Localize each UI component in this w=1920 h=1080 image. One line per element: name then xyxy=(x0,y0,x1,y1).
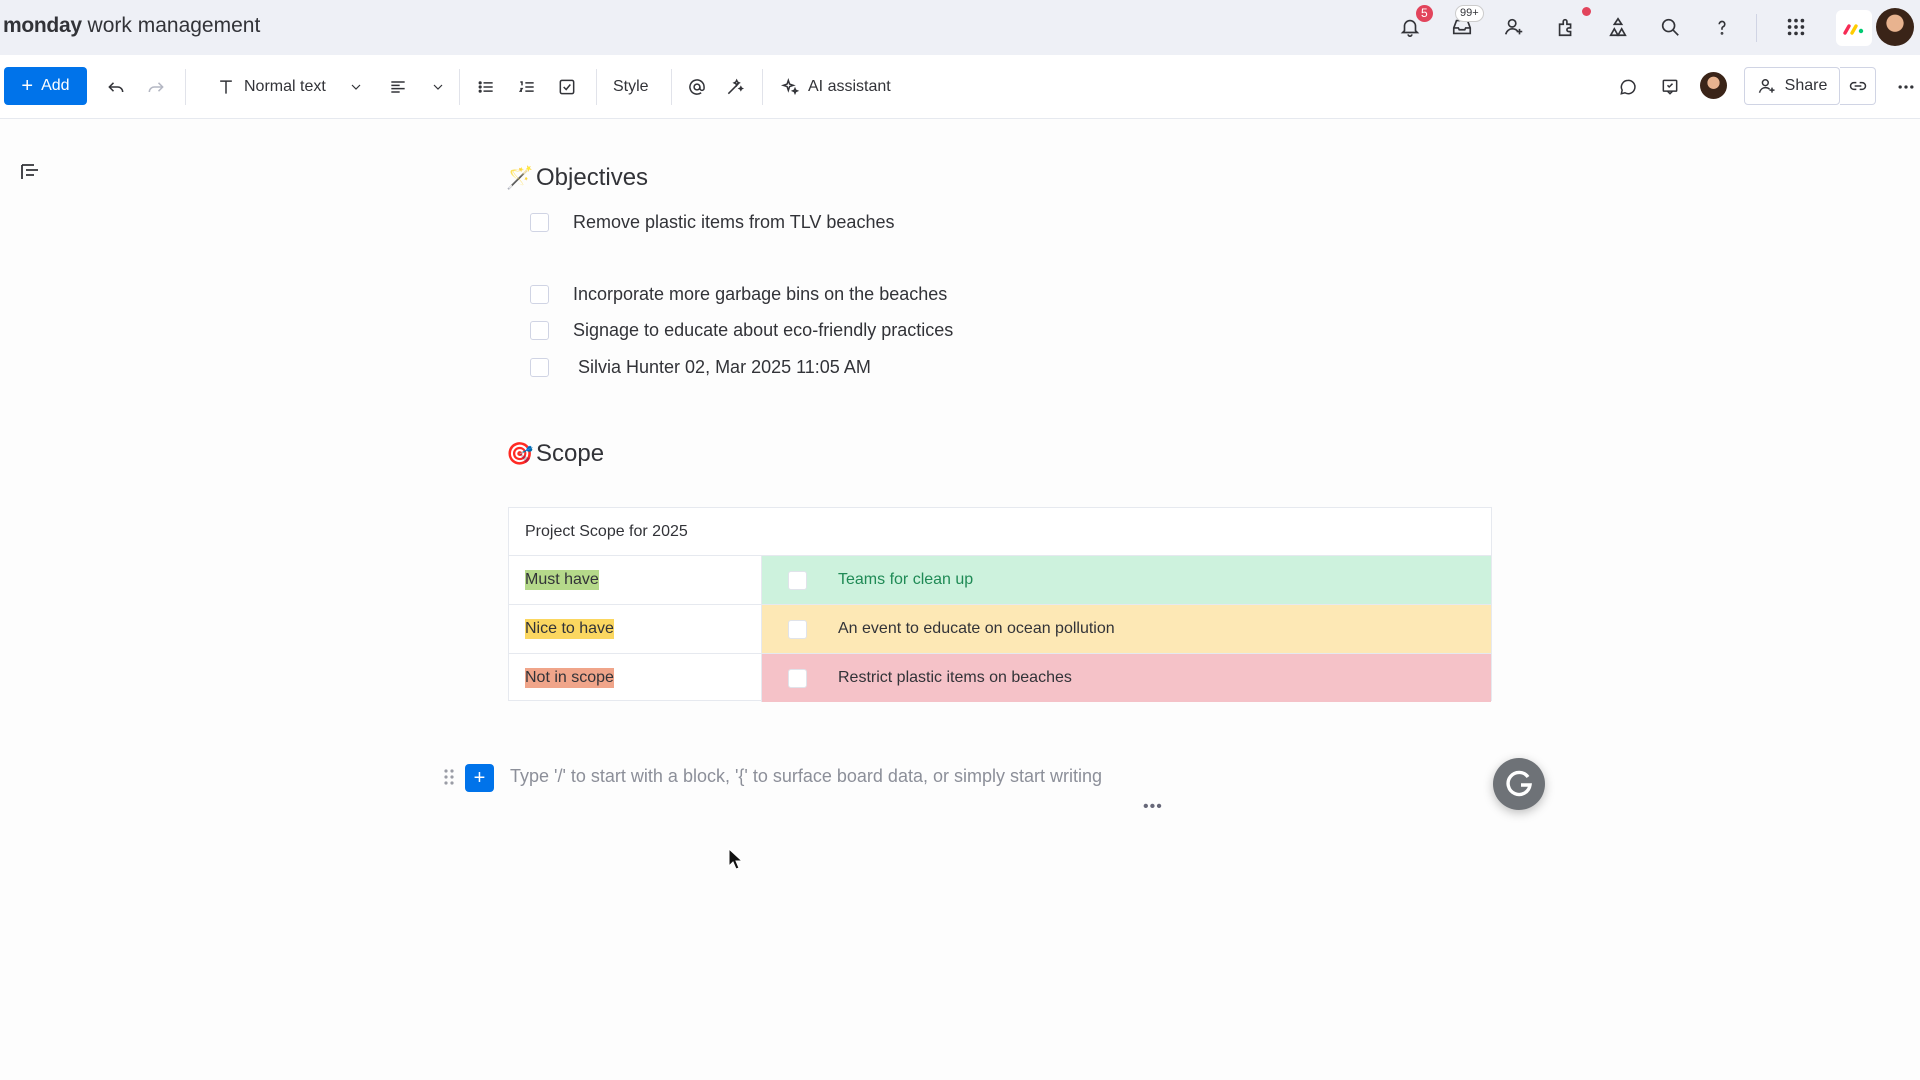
redo-icon[interactable] xyxy=(146,74,166,100)
invite-members-icon[interactable] xyxy=(1500,13,1528,41)
add-button-label: Add xyxy=(41,77,70,94)
brand-name: monday xyxy=(3,14,82,37)
grammarly-icon[interactable] xyxy=(1493,758,1545,810)
help-icon[interactable] xyxy=(1708,13,1736,41)
text-style-dropdown[interactable]: Normal text xyxy=(216,74,364,100)
priority-tag: Nice to have xyxy=(525,619,614,639)
apps-icon[interactable] xyxy=(1552,13,1580,41)
scope-title: Scope xyxy=(536,440,605,467)
app-switcher-icon[interactable] xyxy=(1782,13,1810,41)
checklist-item-text: Remove plastic items from TLV beaches xyxy=(573,211,895,232)
comment-icon[interactable] xyxy=(1618,74,1638,100)
add-block-button[interactable]: + xyxy=(465,764,494,792)
monday-logo-icon[interactable] xyxy=(1836,10,1872,46)
scope-item-text: Teams for clean up xyxy=(838,571,974,588)
checklist-item-text: Signage to educate about eco-friendly pr… xyxy=(573,319,954,340)
scope-table: Project Scope for 2025 Must have Teams f… xyxy=(508,507,1492,703)
checklist-item[interactable]: Silvia Hunter 02, Mar 2025 11:05 AM xyxy=(530,354,871,380)
brand-logo[interactable]: monday work management xyxy=(3,14,260,38)
inbox-badge: 99+ xyxy=(1455,5,1484,22)
objectives-emoji: 🪄 xyxy=(506,165,534,190)
more-icon[interactable] xyxy=(1896,74,1916,100)
ai-assistant-label: AI assistant xyxy=(808,78,891,95)
checklist-icon[interactable] xyxy=(557,74,577,100)
checkbox[interactable] xyxy=(788,571,807,590)
priority-tag: Must have xyxy=(525,570,599,590)
checkbox[interactable] xyxy=(788,669,807,688)
search-icon[interactable] xyxy=(1656,13,1684,41)
user-avatar[interactable] xyxy=(1876,8,1914,46)
share-person-icon xyxy=(1758,79,1775,93)
chevron-down-icon xyxy=(433,84,443,90)
checklist-item[interactable]: Remove plastic items from TLV beaches xyxy=(530,209,894,235)
add-button[interactable]: + Add xyxy=(4,67,87,105)
checkbox[interactable] xyxy=(530,212,549,232)
table-cell[interactable]: An event to educate on ocean pollution xyxy=(762,605,1491,653)
toolbar-divider xyxy=(185,69,186,105)
plus-icon: + xyxy=(473,767,486,789)
align-left-icon xyxy=(391,81,405,93)
toolbar-divider xyxy=(762,69,763,105)
checklist-item-text: Silvia Hunter 02, Mar 2025 11:05 AM xyxy=(578,356,871,377)
notifications-badge: 5 xyxy=(1416,5,1433,22)
priority-tag: Not in scope xyxy=(525,668,614,688)
toolbar-divider xyxy=(671,69,672,105)
ai-assistant-button[interactable]: AI assistant xyxy=(780,74,891,100)
table-row: Not in scope Restrict plastic items on b… xyxy=(509,654,1491,703)
objectives-heading: 🪄 Objectives xyxy=(506,164,648,192)
scope-heading: 🎯 Scope xyxy=(506,440,604,468)
share-label: Share xyxy=(1784,77,1828,94)
plus-icon: + xyxy=(21,75,34,97)
scope-emoji: 🎯 xyxy=(506,441,534,466)
apps-alert-dot xyxy=(1582,7,1591,16)
ai-sparkle-icon xyxy=(780,77,800,96)
scope-item-text: An event to educate on ocean pollution xyxy=(838,620,1115,637)
workflows-icon[interactable] xyxy=(1604,13,1632,41)
checklist-item[interactable]: Signage to educate about eco-friendly pr… xyxy=(530,317,953,343)
undo-icon[interactable] xyxy=(106,74,126,100)
share-button[interactable]: Share xyxy=(1744,67,1840,105)
style-button[interactable]: Style xyxy=(613,74,649,100)
top-bar: monday work management 5 99+ xyxy=(0,0,1920,55)
chevron-down-icon xyxy=(351,84,361,90)
style-label: Style xyxy=(613,78,649,95)
mouse-cursor-icon xyxy=(728,848,742,870)
collaborator-avatar[interactable] xyxy=(1700,72,1727,99)
document-outline-icon[interactable] xyxy=(20,163,40,181)
link-icon xyxy=(1849,81,1866,91)
scope-table-caption[interactable]: Project Scope for 2025 xyxy=(509,508,1491,556)
mention-icon[interactable] xyxy=(687,74,707,100)
table-cell[interactable]: Must have xyxy=(509,556,762,604)
editor-toolbar: + Add Normal text Style AI assistant Sha… xyxy=(0,55,1920,119)
table-cell[interactable]: Restrict plastic items on beaches xyxy=(762,654,1491,702)
copy-link-button[interactable] xyxy=(1840,67,1876,105)
text-style-label: Normal text xyxy=(244,78,326,95)
checklist-item[interactable]: Incorporate more garbage bins on the bea… xyxy=(530,281,947,307)
text-type-icon xyxy=(220,80,232,94)
objectives-title: Objectives xyxy=(536,164,649,191)
bulleted-list-icon[interactable] xyxy=(476,74,496,100)
brand-product: work management xyxy=(81,14,261,37)
numbered-list-icon[interactable] xyxy=(517,74,537,100)
checkbox[interactable] xyxy=(788,620,807,639)
checkbox[interactable] xyxy=(530,320,549,340)
toolbar-divider xyxy=(596,69,597,105)
table-cell[interactable]: Nice to have xyxy=(509,605,762,653)
checkbox[interactable] xyxy=(530,357,549,377)
table-row: Must have Teams for clean up xyxy=(509,556,1491,605)
block-placeholder[interactable]: Type '/' to start with a block, '{' to s… xyxy=(510,766,1102,787)
checklist-item-text: Incorporate more garbage bins on the bea… xyxy=(573,283,948,304)
table-cell[interactable]: Teams for clean up xyxy=(762,556,1491,604)
updates-icon[interactable] xyxy=(1660,74,1680,100)
drag-handle-icon[interactable] xyxy=(442,767,456,787)
checkbox[interactable] xyxy=(530,284,549,304)
scope-item-text: Restrict plastic items on beaches xyxy=(838,669,1072,686)
table-cell[interactable]: Not in scope xyxy=(509,654,762,702)
topbar-divider xyxy=(1756,14,1757,42)
align-dropdown[interactable] xyxy=(388,74,446,100)
magic-icon[interactable] xyxy=(725,74,745,100)
more-options-icon[interactable]: ••• xyxy=(1143,798,1163,816)
toolbar-divider xyxy=(459,69,460,105)
table-row: Nice to have An event to educate on ocea… xyxy=(509,605,1491,654)
